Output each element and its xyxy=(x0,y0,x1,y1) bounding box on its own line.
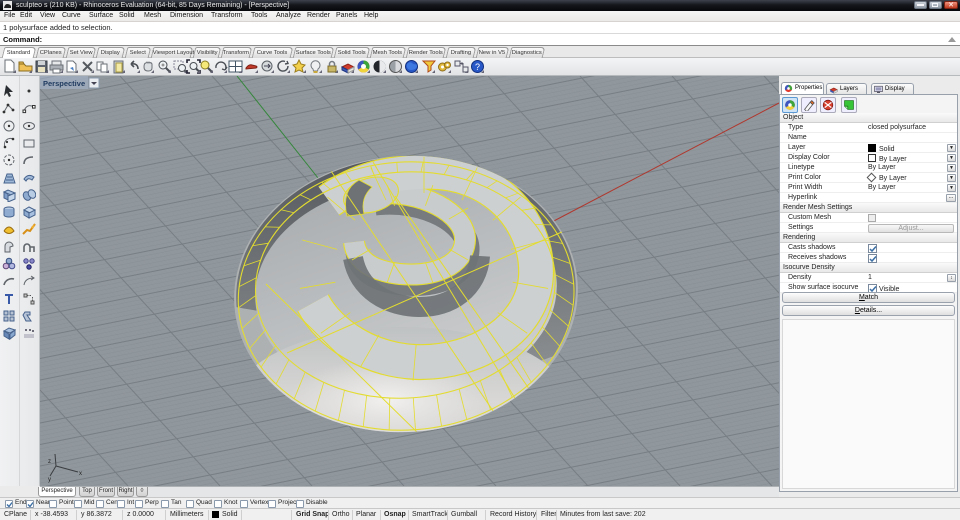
svg-text:y: y xyxy=(48,477,51,483)
svg-text:Perspective: Perspective xyxy=(43,79,85,88)
svg-text:x: x xyxy=(79,471,82,477)
svg-text:?: ? xyxy=(475,62,480,72)
svg-text:z: z xyxy=(48,459,51,465)
